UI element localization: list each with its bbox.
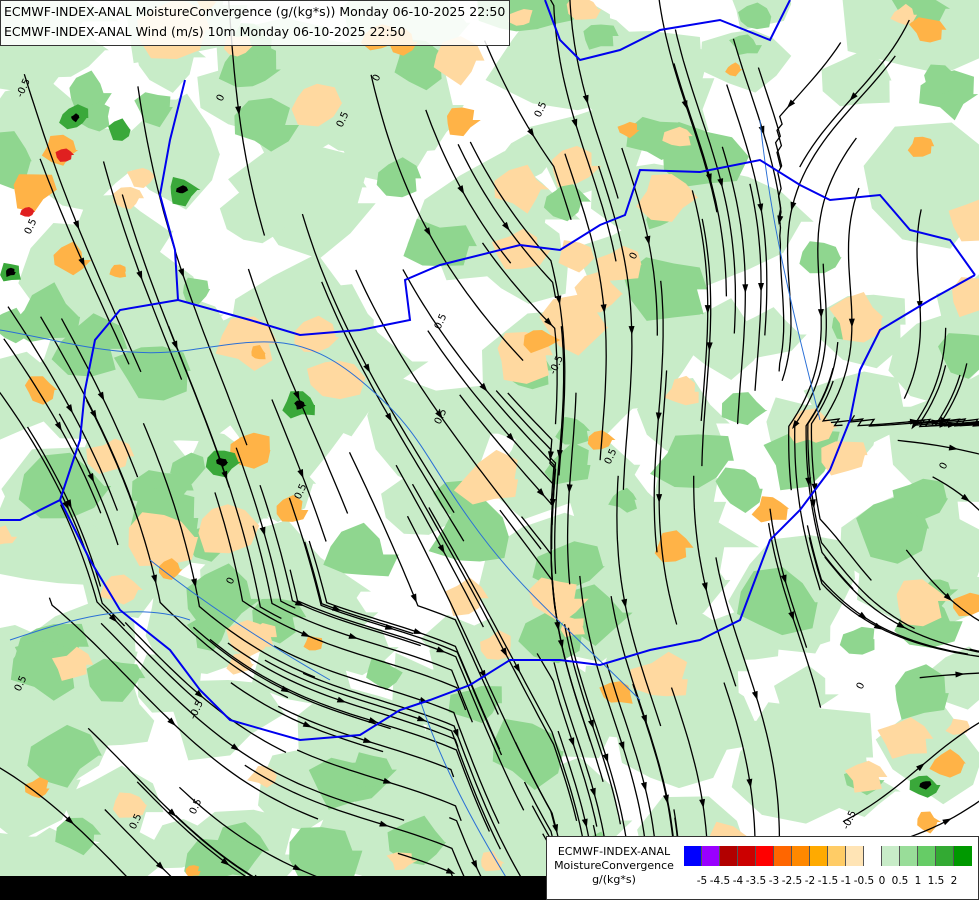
legend-tick: -5 xyxy=(696,875,708,887)
streamline-arrow xyxy=(410,593,417,603)
convergence-area xyxy=(323,522,399,577)
convergence-area xyxy=(183,277,211,305)
moisture-convergence-field xyxy=(0,0,979,900)
legend-parameter: MoistureConvergence xyxy=(554,859,674,872)
contour-label: 0.5 xyxy=(188,797,205,816)
streamline-arrow xyxy=(942,818,952,826)
legend-title: ECMWF-INDEX-ANAL MoistureConvergence g/(… xyxy=(547,845,681,887)
divergence-area xyxy=(447,107,481,137)
convergence-area xyxy=(721,392,768,426)
title-moisture-convergence: ECMWF-INDEX-ANAL MoistureConvergence (g/… xyxy=(4,4,506,19)
legend-tick: -0.5 xyxy=(853,875,875,887)
legend-swatch xyxy=(918,846,936,866)
map-title: ECMWF-INDEX-ANAL MoistureConvergence (g/… xyxy=(0,0,511,46)
legend-swatch xyxy=(846,846,864,866)
legend-swatch xyxy=(720,846,738,866)
convergence-area xyxy=(737,307,807,359)
streamline-arrow xyxy=(809,499,816,509)
legend-color-bar xyxy=(684,846,972,866)
legend-tick: -2.5 xyxy=(781,875,803,887)
legend-swatch xyxy=(702,846,720,866)
legend-tick: 1.5 xyxy=(927,875,945,887)
streamline-arrow xyxy=(413,628,423,634)
legend-tick: -4.5 xyxy=(709,875,731,887)
contour-label: 0.5 xyxy=(23,217,40,236)
divergence-area xyxy=(917,811,942,834)
legend-swatch xyxy=(684,846,702,866)
bottom-black-bar xyxy=(0,876,546,900)
legend-tick: 2 xyxy=(950,875,958,887)
legend-tick: 0.5 xyxy=(891,875,909,887)
divergence-area xyxy=(13,174,57,212)
convergence-area xyxy=(799,241,842,274)
legend-swatch xyxy=(792,846,810,866)
legend-swatch xyxy=(774,846,792,866)
legend-swatch xyxy=(954,846,972,866)
legend-tick: -1.5 xyxy=(817,875,839,887)
legend-tick: 0 xyxy=(878,875,886,887)
streamline-arrow xyxy=(742,284,749,294)
legend-unit: g/(kg*s) xyxy=(592,873,636,886)
weather-map: 00.5-0.5 00.500.5-0.50.50.50.50-0.50.5 00.… xyxy=(0,0,979,900)
legend-swatch xyxy=(810,846,828,866)
legend-tick: 1 xyxy=(914,875,922,887)
legend-tick: -3.5 xyxy=(745,875,767,887)
color-legend: ECMWF-INDEX-ANAL MoistureConvergence g/(… xyxy=(546,836,979,900)
legend-tick-labels: -5 -4.5 -4 -3.5 -3 -2.5 -2 -1.5 -1 -0.5 0 0.5 1 1.5 2 xyxy=(684,875,974,889)
legend-swatch xyxy=(756,846,774,866)
convergence-area xyxy=(839,626,875,655)
legend-tick: -4 xyxy=(732,875,744,887)
legend-swatch xyxy=(864,846,882,866)
legend-swatch xyxy=(882,846,900,866)
contour-label: 0 xyxy=(855,681,868,691)
legend-swatch xyxy=(738,846,756,866)
legend-swatch xyxy=(828,846,846,866)
streamline-arrow xyxy=(640,781,647,792)
legend-swatch xyxy=(936,846,954,866)
streamline-arrow xyxy=(751,690,758,701)
legend-model: ECMWF-INDEX-ANAL xyxy=(557,845,671,858)
title-wind: ECMWF-INDEX-ANAL Wind (m/s) 10m Monday 0… xyxy=(4,24,406,39)
legend-tick: -1 xyxy=(840,875,852,887)
contour-label: 0.5 xyxy=(433,312,450,331)
legend-tick: -3 xyxy=(768,875,780,887)
divergence-area xyxy=(821,441,868,476)
streamline-arrow xyxy=(758,282,765,292)
legend-swatch xyxy=(900,846,918,866)
legend-tick: -2 xyxy=(804,875,816,887)
